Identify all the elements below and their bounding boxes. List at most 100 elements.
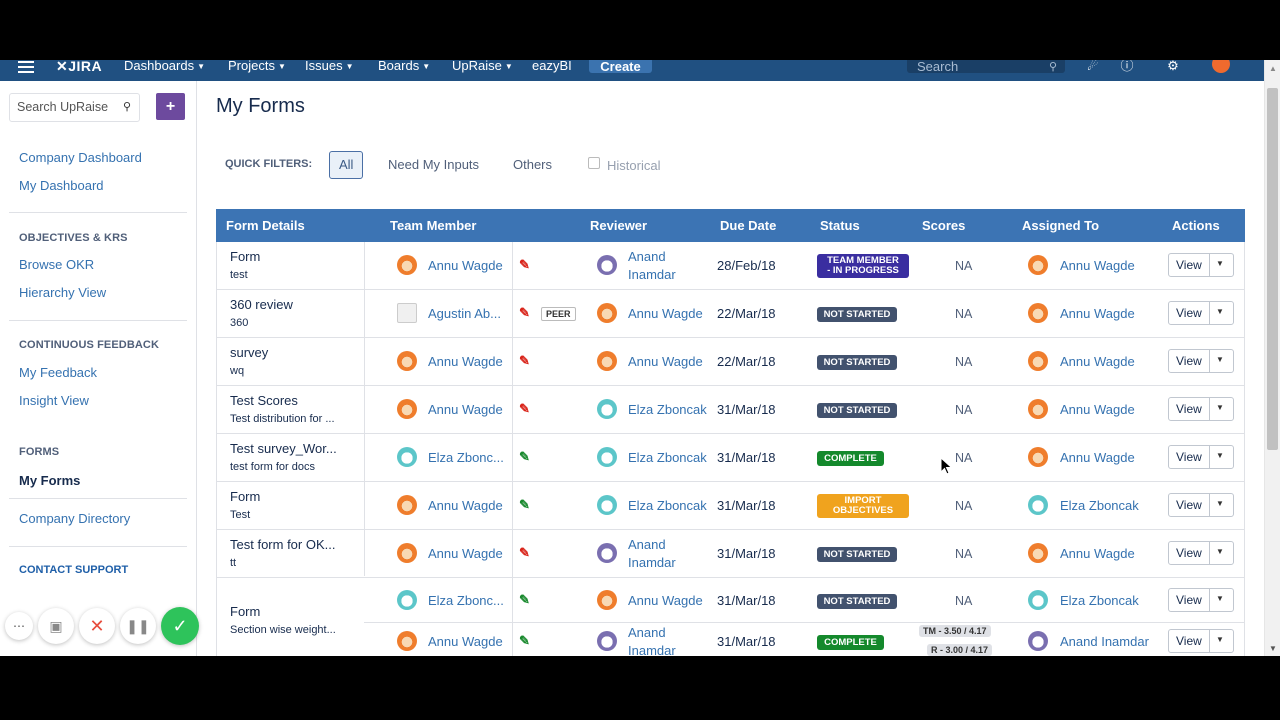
create-button[interactable]: Create	[589, 60, 652, 74]
pencil-icon[interactable]: ✎	[519, 353, 530, 369]
form-name[interactable]: Test form for OK...	[230, 537, 335, 552]
reviewer-link[interactable]: Annu Wagde	[628, 593, 703, 608]
pencil-icon[interactable]: ✎	[519, 633, 530, 649]
pencil-icon[interactable]: ✎	[519, 401, 530, 417]
view-button[interactable]: View ▼	[1168, 349, 1234, 373]
scrollbar-thumb[interactable]	[1267, 88, 1278, 450]
sidebar-item-browse-okr[interactable]: Browse OKR	[19, 257, 94, 272]
form-name[interactable]: Test Scores	[230, 393, 298, 408]
view-button[interactable]: View ▼	[1168, 629, 1234, 653]
cancel-recording-button[interactable]: ✕	[79, 608, 115, 644]
pencil-icon[interactable]: ✎	[519, 257, 530, 273]
sidebar-item-hierarchy-view[interactable]: Hierarchy View	[19, 285, 106, 300]
assigned-to-link[interactable]: Elza Zboncak	[1060, 498, 1139, 513]
view-button[interactable]: View ▼	[1168, 541, 1234, 565]
chevron-down-icon[interactable]: ▼	[1216, 635, 1224, 644]
view-button[interactable]: View ▼	[1168, 493, 1234, 517]
chevron-down-icon[interactable]: ▼	[1216, 403, 1224, 412]
team-member-link[interactable]: Annu Wagde	[428, 354, 503, 369]
reviewer-link[interactable]: Anand	[628, 249, 666, 264]
contact-support-link[interactable]: CONTACT SUPPORT	[19, 564, 128, 576]
filter-others[interactable]: Others	[503, 151, 562, 179]
reviewer-link[interactable]: Inamdar	[628, 267, 676, 282]
chevron-down-icon[interactable]: ▼	[1216, 307, 1224, 316]
reviewer-link[interactable]: Elza Zboncak	[628, 498, 707, 513]
pencil-icon[interactable]: ✎	[519, 592, 530, 608]
reviewer-link[interactable]: Annu Wagde	[628, 354, 703, 369]
reviewer-link[interactable]: Elza Zboncak	[628, 402, 707, 417]
view-button[interactable]: View ▼	[1168, 588, 1234, 612]
assigned-to-link[interactable]: Anand Inamdar	[1060, 634, 1149, 649]
historical-checkbox[interactable]	[588, 157, 600, 169]
nav-upraise[interactable]: UpRaise ▼	[452, 60, 513, 73]
webcam-toggle-button[interactable]: ▣	[38, 608, 74, 644]
notifications-icon[interactable]: ☄	[1084, 60, 1102, 73]
team-member-link[interactable]: Annu Wagde	[428, 634, 503, 649]
chevron-down-icon[interactable]: ▼	[1216, 355, 1224, 364]
scroll-up-arrow-icon[interactable]: ▲	[1269, 64, 1277, 73]
finish-recording-button[interactable]: ✓	[161, 607, 199, 645]
team-member-link[interactable]: Elza Zbonc...	[428, 593, 504, 608]
view-button[interactable]: View ▼	[1168, 397, 1234, 421]
view-button[interactable]: View ▼	[1168, 445, 1234, 469]
reviewer-link[interactable]: Inamdar	[628, 643, 676, 656]
assigned-to-link[interactable]: Annu Wagde	[1060, 546, 1135, 561]
user-avatar[interactable]	[1212, 60, 1230, 73]
view-button[interactable]: View ▼	[1168, 301, 1234, 325]
assigned-to-link[interactable]: Annu Wagde	[1060, 354, 1135, 369]
gear-icon[interactable]: ⚙	[1164, 60, 1182, 73]
form-name[interactable]: 360 review	[230, 297, 293, 312]
form-name[interactable]: Form	[230, 489, 260, 504]
assigned-to-link[interactable]: Annu Wagde	[1060, 450, 1135, 465]
reviewer-link[interactable]: Elza Zboncak	[628, 450, 707, 465]
chevron-down-icon[interactable]: ▼	[1216, 499, 1224, 508]
pencil-icon[interactable]: ✎	[519, 497, 530, 513]
team-member-link[interactable]: Annu Wagde	[428, 402, 503, 417]
jira-logo[interactable]: ✕JIRA	[56, 60, 102, 75]
form-name[interactable]: Form	[230, 604, 260, 619]
team-member-link[interactable]: Annu Wagde	[428, 498, 503, 513]
reviewer-link[interactable]: Anand	[628, 537, 666, 552]
chevron-down-icon[interactable]: ▼	[1216, 451, 1224, 460]
team-member-link[interactable]: Annu Wagde	[428, 258, 503, 273]
reviewer-link[interactable]: Annu Wagde	[628, 306, 703, 321]
nav-eazybi[interactable]: eazyBI	[532, 60, 572, 73]
team-member-link[interactable]: Agustin Ab...	[428, 306, 501, 321]
sidebar-item-my-dashboard[interactable]: My Dashboard	[19, 178, 104, 193]
sidebar-search-input[interactable]: Search UpRaise ⚲	[9, 93, 140, 122]
team-member-link[interactable]: Annu Wagde	[428, 546, 503, 561]
assigned-to-link[interactable]: Annu Wagde	[1060, 402, 1135, 417]
team-member-link[interactable]: Elza Zbonc...	[428, 450, 504, 465]
sidebar-item-my-feedback[interactable]: My Feedback	[19, 365, 97, 380]
nav-issues[interactable]: Issues ▼	[305, 60, 354, 73]
form-name[interactable]: Form	[230, 249, 260, 264]
scroll-down-arrow-icon[interactable]: ▼	[1269, 644, 1277, 653]
filter-need-my-inputs[interactable]: Need My Inputs	[378, 151, 489, 179]
sidebar-item-insight-view[interactable]: Insight View	[19, 393, 89, 408]
help-icon[interactable]: ⓘ	[1118, 60, 1136, 73]
sidebar-item-my-forms[interactable]: My Forms	[19, 473, 80, 488]
pencil-icon[interactable]: ✎	[519, 545, 530, 561]
chevron-down-icon[interactable]: ▼	[1216, 259, 1224, 268]
filter-all[interactable]: All	[329, 151, 364, 179]
chevron-down-icon[interactable]: ▼	[1216, 594, 1224, 603]
chevron-down-icon[interactable]: ▼	[1216, 547, 1224, 556]
global-search-input[interactable]: Search ⚲	[907, 60, 1065, 74]
add-button[interactable]: +	[156, 93, 185, 120]
pause-recording-button[interactable]: ❚❚	[120, 608, 156, 644]
sidebar-item-company-directory[interactable]: Company Directory	[19, 511, 130, 526]
nav-projects[interactable]: Projects ▼	[228, 60, 286, 73]
app-switcher-icon[interactable]	[18, 60, 34, 81]
reviewer-link[interactable]: Inamdar	[628, 555, 676, 570]
more-options-button[interactable]: ⋯	[5, 612, 33, 640]
sidebar-item-company-dashboard[interactable]: Company Dashboard	[19, 150, 142, 165]
nav-boards[interactable]: Boards ▼	[378, 60, 430, 73]
form-name[interactable]: Test survey_Wor...	[230, 441, 337, 456]
page-scrollbar[interactable]: ▲ ▼	[1264, 60, 1280, 656]
assigned-to-link[interactable]: Annu Wagde	[1060, 258, 1135, 273]
reviewer-link[interactable]: Anand	[628, 625, 666, 640]
assigned-to-link[interactable]: Annu Wagde	[1060, 306, 1135, 321]
form-name[interactable]: survey	[230, 345, 268, 360]
nav-dashboards[interactable]: Dashboards ▼	[124, 60, 205, 73]
pencil-icon[interactable]: ✎	[519, 449, 530, 465]
